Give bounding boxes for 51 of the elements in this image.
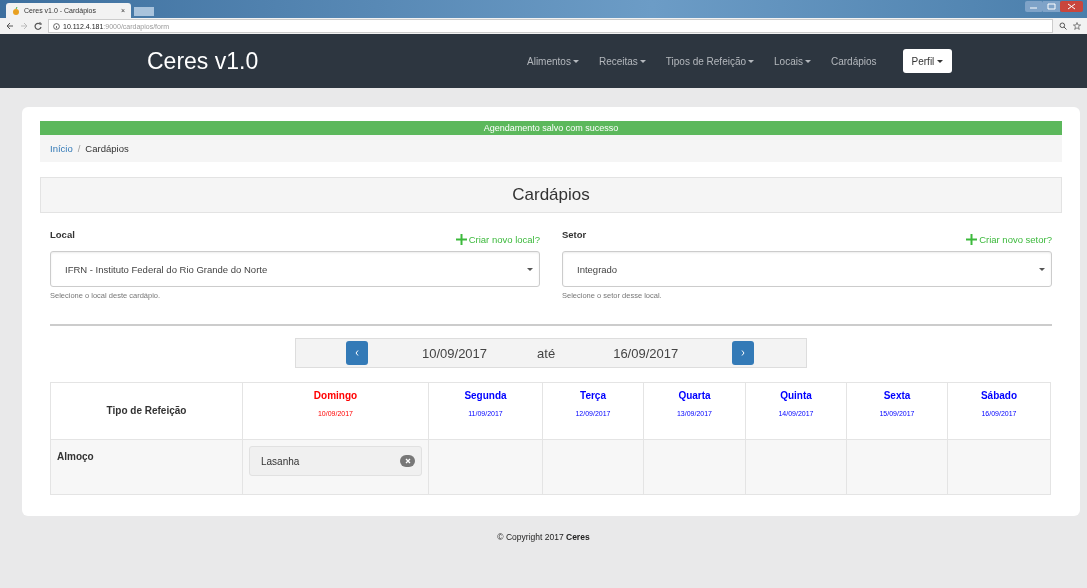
footer-text: © Copyright 2017 Ceres	[496, 532, 591, 542]
remove-button[interactable]	[400, 455, 415, 467]
column-header: Tipo de Refeição	[106, 405, 187, 416]
breadcrumb-current: Cardápios	[85, 143, 129, 154]
dish-name: Lasanha	[261, 455, 301, 467]
day-name: Segunda	[463, 390, 508, 401]
zoom-icon[interactable]	[1059, 22, 1067, 30]
nav-menu-item[interactable]: Cardápios	[820, 55, 887, 67]
nav-menu-item[interactable]: Alimentos	[517, 55, 589, 67]
nav-menu-item[interactable]: Tipos de Refeição	[655, 55, 765, 67]
profile-button[interactable]: Perfil	[902, 49, 953, 73]
chevron-right-icon	[741, 350, 746, 356]
end-date: 16/09/2017	[613, 345, 679, 361]
breadcrumb-separator: /	[77, 143, 81, 154]
reload-icon[interactable]	[34, 22, 42, 30]
star-icon[interactable]	[1073, 22, 1081, 30]
back-icon[interactable]	[6, 22, 14, 30]
nav-menu-item[interactable]: Receitas	[588, 55, 656, 67]
fruit-icon	[12, 6, 20, 15]
plus-icon	[455, 234, 467, 245]
day-name: Domingo	[312, 390, 359, 401]
select-field[interactable]: IFRN - Instituto Federal do Rio Grande do Norte	[50, 251, 540, 287]
caret-icon	[572, 59, 579, 63]
page-heading: Cardápios	[40, 177, 1062, 213]
caret-icon	[1039, 267, 1045, 271]
success-alert: Agendamento salvo com sucesso	[40, 121, 1062, 135]
field-label: Setor	[562, 229, 587, 240]
window-controls-icon[interactable]	[1025, 1, 1083, 13]
close-icon	[403, 457, 412, 465]
next-week-button[interactable]	[732, 341, 755, 365]
day-name: Sexta	[882, 390, 912, 401]
select-field[interactable]: Integrado	[562, 251, 1052, 287]
plus-icon	[966, 234, 978, 245]
caret-icon	[748, 59, 755, 63]
chevron-left-icon	[355, 350, 359, 356]
meal-type: Almoço	[57, 451, 94, 462]
field-label: Local	[50, 229, 75, 240]
day-name: Quinta	[779, 390, 813, 401]
caret-icon	[639, 59, 646, 63]
caret-icon	[527, 267, 533, 271]
brand-title[interactable]: Ceres v1.0	[147, 47, 259, 74]
day-name: Quarta	[677, 390, 712, 401]
breadcrumb-link[interactable]: Início	[50, 143, 73, 154]
date-separator: até	[537, 345, 556, 361]
day-name: Terça	[579, 390, 607, 401]
nav-menu-item[interactable]: Locais	[764, 55, 821, 67]
caret-icon	[804, 59, 811, 63]
info-icon	[53, 22, 60, 30]
caret-icon	[937, 59, 944, 63]
day-name: Sábado	[979, 390, 1019, 401]
start-date: 10/09/2017	[422, 345, 488, 361]
